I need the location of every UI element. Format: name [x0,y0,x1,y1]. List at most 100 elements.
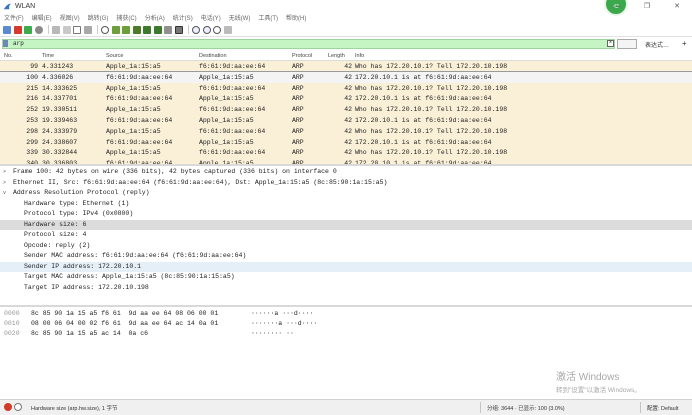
detail-tree-item[interactable]: Hardware type: Ethernet (1) [0,199,692,210]
last-packet-icon[interactable] [153,25,162,34]
apply-filter-button[interactable] [617,39,637,49]
colorize-icon[interactable] [174,25,183,34]
packet-row[interactable]: 216 14.337701 f6:61:9d:aa:ee:64 Apple_1a:15… [0,93,692,105]
start-capture-icon[interactable] [3,25,11,34]
packet-length: 42 [344,116,352,124]
packet-row[interactable]: 253 19.339463 f6:61:9d:aa:ee:64 Apple_1a:15… [0,114,692,126]
stop-capture-icon[interactable] [13,25,22,34]
resize-columns-icon[interactable] [223,25,232,34]
zoom-in-icon[interactable] [192,25,200,34]
packet-row[interactable]: 252 19.330511 Apple_1a:15:a5 f6:61:9d:aa:ee… [0,104,692,115]
packet-row[interactable]: 299 24.338607 f6:61:9d:aa:ee:64 Apple_1a:15… [0,136,692,148]
pane-splitter[interactable] [0,164,692,166]
watermark-subtitle: 转到"设置"以激活 Windows。 [556,387,641,394]
packet-row[interactable]: 100 4.336026 f6:61:9d:aa:ee:64 Apple_1a:15:… [0,70,692,84]
close-file-icon[interactable] [73,25,81,34]
column-destination[interactable]: Destination [199,53,227,59]
status-profile[interactable]: 配置: Default [647,404,678,412]
hex-bytes: 8c 85 90 1a 15 a5 f6 61 9d aa ee 64 08 0… [31,310,219,317]
find-packet-icon[interactable] [101,25,109,34]
detail-tree-item[interactable]: Opcode: reply (2) [0,241,692,252]
ascii-bytes: ······a ···d···· [251,310,314,317]
packet-destination: f6:61:9d:aa:ee:64 [199,127,266,135]
chevron-right-icon[interactable]: > [3,167,6,178]
menu-statistics[interactable]: 统计(S) [173,13,193,22]
detail-tree-item[interactable]: v Address Resolution Protocol (reply) [0,188,692,199]
status-separator [480,402,481,413]
minimize-button[interactable]: — [602,0,632,12]
packet-row[interactable]: 215 14.333625 Apple_1a:15:a5 f6:61:9d:aa:ee… [0,82,692,94]
go-back-icon[interactable] [111,25,120,34]
menu-file[interactable]: 文件(F) [4,13,24,22]
menu-capture[interactable]: 捕获(C) [116,13,136,22]
menu-go[interactable]: 跳转(G) [88,13,109,22]
display-filter-input[interactable]: arp [2,39,615,49]
column-time[interactable]: Time [42,53,54,59]
packet-number: 100 [26,73,38,81]
packet-protocol: ARP [292,149,304,157]
detail-tree-item[interactable]: Protocol type: IPv4 (0x0800) [0,209,692,220]
hex-row[interactable]: 0020 8c 85 90 1a 15 a5 ac 14 0a c6 ·······… [0,329,692,339]
column-source[interactable]: Source [106,53,123,59]
packet-length: 42 [344,63,352,70]
menu-wireless[interactable]: 无线(W) [229,13,251,22]
restart-capture-icon[interactable] [24,25,32,34]
expert-info-icon[interactable] [4,403,12,411]
detail-text: Target IP address: 172.20.10.198 [24,283,149,291]
first-packet-icon[interactable] [143,25,151,34]
packet-row[interactable]: 339 30.332844 Apple_1a:15:a5 f6:61:9d:aa:ee… [0,147,692,159]
close-icon: ✕ [674,3,680,10]
packet-row[interactable]: 99 4.331243 Apple_1a:15:a5 f6:61:9d:aa:ee:6… [0,61,692,72]
packet-time: 4.336026 [42,73,74,81]
detail-tree-item[interactable]: > Frame 100: 42 bytes on wire (336 bits),… [0,167,692,178]
detail-tree-item[interactable]: Sender MAC address: f6:61:9d:aa:ee:64 (f… [0,251,692,262]
zoom-out-icon[interactable] [202,25,211,34]
column-protocol[interactable]: Protocol [292,53,312,59]
column-info[interactable]: Info [355,53,364,59]
pane-splitter[interactable] [0,305,692,307]
packet-info: Who has 172.20.10.1? Tell 172.20.10.198 [355,106,508,114]
filter-bookmark-icon[interactable] [3,40,8,47]
capture-options-icon[interactable] [34,25,43,34]
column-no[interactable]: No. [4,53,13,59]
autoscroll-icon[interactable] [164,25,172,34]
menu-edit[interactable]: 编辑(E) [32,13,52,22]
detail-text: Address Resolution Protocol (reply) [13,189,150,196]
expression-button[interactable]: 表达式… [645,40,669,49]
detail-text: Protocol size: 4 [24,231,87,238]
chevron-right-icon[interactable]: > [3,178,6,189]
detail-tree-item[interactable]: Hardware size: 6 [0,219,692,230]
hex-bytes: 08 00 06 04 00 02 f6 61 9d aa ee 64 ac 1… [31,320,219,327]
maximize-button[interactable]: ❐ [632,0,662,12]
reload-icon[interactable] [83,25,92,34]
menu-telephony[interactable]: 电话(Y) [201,13,221,22]
menu-analyze[interactable]: 分析(A) [145,13,165,22]
detail-tree-item[interactable]: Target IP address: 172.20.10.198 [0,283,692,294]
open-file-icon[interactable] [52,25,60,34]
hex-row[interactable]: 0010 08 00 06 04 00 02 f6 61 9d aa ee 64 … [0,319,692,329]
save-file-icon[interactable] [62,25,71,34]
hex-row[interactable]: 0000 8c 85 90 1a 15 a5 f6 61 9d aa ee 64 … [0,309,692,319]
detail-tree-item[interactable]: Target MAC address: Apple_1a:15:a5 (8c:8… [0,272,692,283]
add-filter-button[interactable]: + [682,39,687,48]
toolbar-separator [48,25,49,34]
packet-row[interactable]: 298 24.333979 Apple_1a:15:a5 f6:61:9d:aa:ee… [0,125,692,137]
detail-tree-item[interactable]: > Ethernet II, Src: f6:61:9d:aa:ee:64 (f6… [0,178,692,189]
menu-tools[interactable]: 工具(T) [258,13,278,22]
column-length[interactable]: Length [328,53,345,59]
clear-filter-icon[interactable]: × [607,40,614,47]
go-forward-icon[interactable] [122,25,130,34]
go-to-packet-icon[interactable] [132,25,141,34]
packet-destination: Apple_1a:15:a5 [199,138,254,146]
chevron-down-icon[interactable]: v [3,188,6,199]
menu-view[interactable]: 视图(V) [60,13,80,22]
detail-text: Protocol type: IPv4 (0x0800) [24,210,134,217]
detail-tree-item[interactable]: Protocol size: 4 [0,230,692,241]
status-packet-counts: 分组: 3644 · 已显示: 100 (3.0%) [487,406,565,412]
detail-tree-item[interactable]: Sender IP address: 172.20.10.1 [0,261,692,272]
menu-help[interactable]: 帮助(H) [286,13,306,22]
packet-destination: Apple_1a:15:a5 [199,95,254,103]
capture-comment-icon[interactable] [14,403,22,411]
zoom-reset-icon[interactable] [213,25,221,34]
close-button[interactable]: ✕ [662,0,692,12]
